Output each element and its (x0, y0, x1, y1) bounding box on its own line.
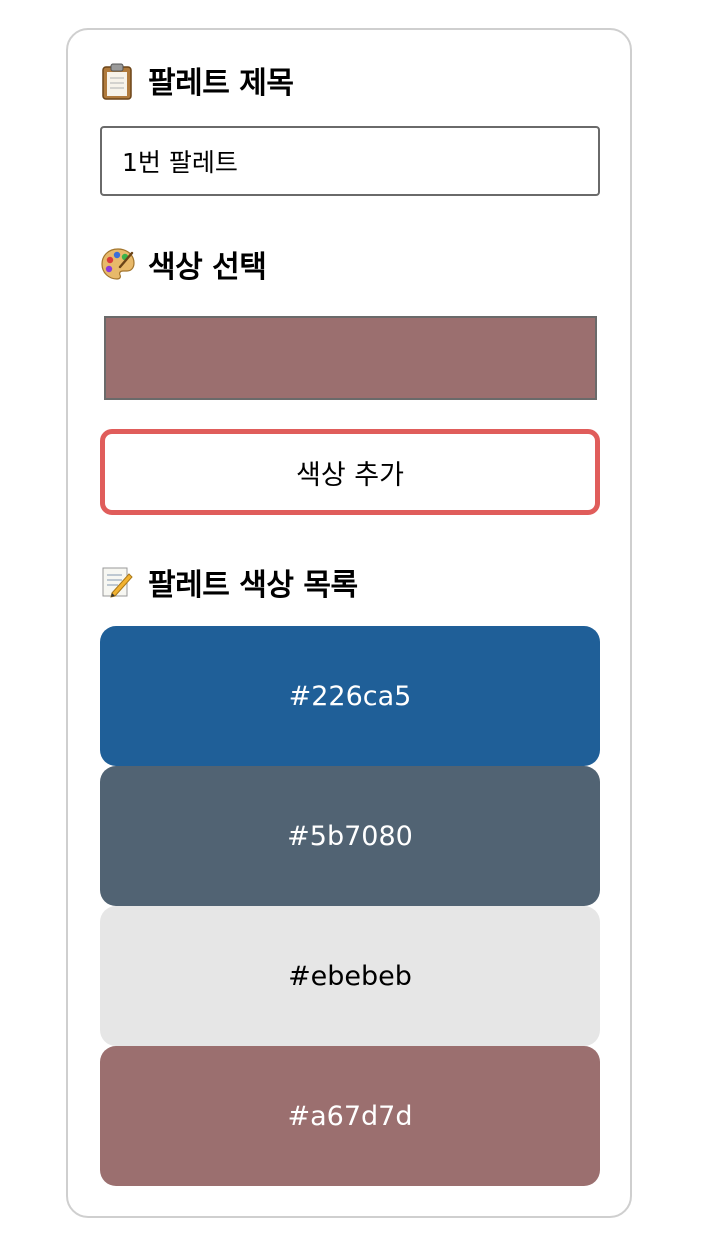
color-list-heading: 팔레트 색상 목록 (100, 560, 358, 604)
color-hex-label: #a67d7d (287, 1100, 413, 1132)
color-picker-input[interactable] (104, 316, 597, 400)
color-select-heading-text: 색상 선택 (148, 250, 267, 285)
color-list-item[interactable]: #5b7080 (100, 766, 600, 906)
color-hex-label: #ebebeb (288, 960, 412, 992)
palette-icon (100, 247, 135, 281)
color-list: #226ca5 #5b7080 #ebebeb #a67d7d (100, 626, 600, 1186)
clipboard-icon (100, 63, 134, 100)
memo-icon (100, 565, 134, 599)
color-hex-label: #226ca5 (288, 680, 412, 712)
color-hex-label: #5b7080 (287, 820, 413, 852)
palette-title-heading: 팔레트 제목 (100, 58, 294, 102)
add-color-button[interactable]: 색상 추가 (100, 429, 600, 515)
color-list-item[interactable]: #a67d7d (100, 1046, 600, 1186)
palette-title-input[interactable] (100, 126, 600, 196)
color-select-heading: 색상 선택 (100, 242, 267, 286)
color-list-item[interactable]: #ebebeb (100, 906, 600, 1046)
palette-title-heading-text: 팔레트 제목 (148, 66, 294, 101)
color-list-item[interactable]: #226ca5 (100, 626, 600, 766)
color-list-heading-text: 팔레트 색상 목록 (148, 568, 358, 603)
